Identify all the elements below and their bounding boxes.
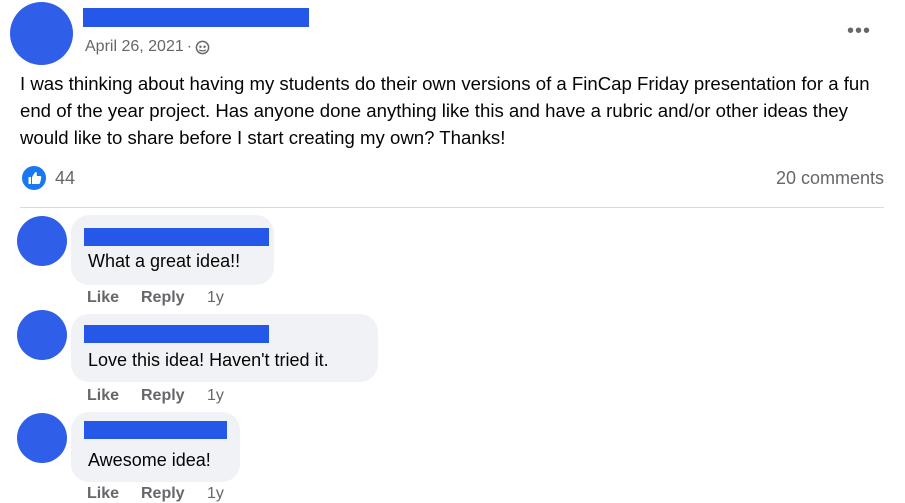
divider: [20, 207, 884, 208]
post-meta: April 26, 2021 ·: [85, 38, 210, 56]
commenter-name-redacted[interactable]: [84, 325, 269, 343]
comment-age[interactable]: 1y: [207, 289, 224, 307]
globe-icon[interactable]: [195, 40, 210, 55]
commenter-name-redacted[interactable]: [84, 228, 269, 246]
comment-text: Love this idea! Haven't tried it.: [88, 350, 329, 370]
thumbs-up-icon[interactable]: [22, 166, 46, 190]
comment-age[interactable]: 1y: [207, 485, 224, 503]
comment-like-button[interactable]: Like: [87, 387, 119, 405]
commenter-avatar[interactable]: [17, 216, 67, 266]
meta-separator: ·: [186, 38, 193, 55]
commenter-avatar[interactable]: [17, 413, 67, 463]
more-options-icon[interactable]: •••: [847, 20, 871, 43]
comment-text: Awesome idea!: [88, 450, 211, 470]
post-date[interactable]: April 26, 2021: [85, 38, 184, 56]
comment-text: What a great idea!!: [88, 251, 241, 271]
comments-count-link[interactable]: 20 comments: [776, 168, 884, 189]
commenter-avatar[interactable]: [17, 310, 67, 360]
comment-reply-button[interactable]: Reply: [141, 387, 185, 405]
comment-age[interactable]: 1y: [207, 387, 224, 405]
author-avatar[interactable]: [10, 2, 73, 65]
author-name-redacted[interactable]: [83, 8, 309, 27]
comment-like-button[interactable]: Like: [87, 289, 119, 307]
comment-like-button[interactable]: Like: [87, 485, 119, 503]
reaction-count[interactable]: 44: [55, 168, 75, 189]
comment-bubble: [71, 215, 274, 285]
comment-reply-button[interactable]: Reply: [141, 485, 185, 503]
comment-reply-button[interactable]: Reply: [141, 289, 185, 307]
commenter-name-redacted[interactable]: [84, 421, 227, 439]
post-text: I was thinking about having my students …: [20, 73, 870, 148]
